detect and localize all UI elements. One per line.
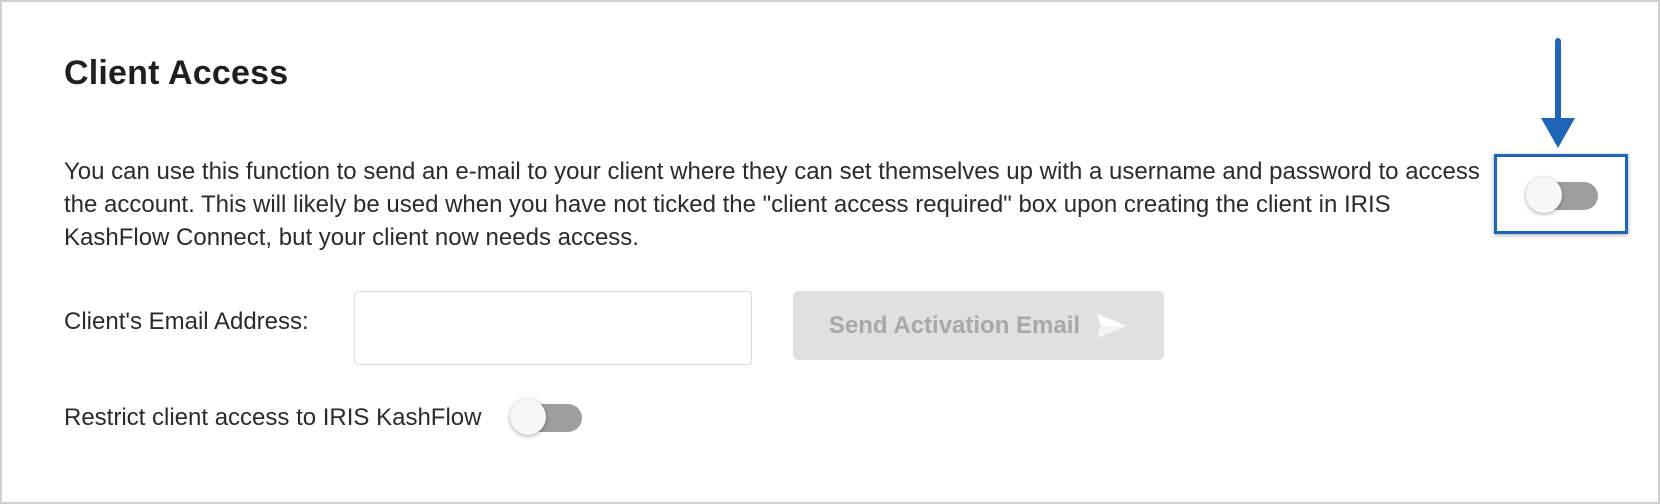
client-access-toggle[interactable] — [1526, 177, 1598, 213]
send-icon — [1097, 313, 1128, 338]
restrict-access-toggle[interactable] — [510, 399, 582, 435]
restrict-access-label: Restrict client access to IRIS KashFlow — [64, 404, 482, 431]
section-title: Client Access — [64, 54, 289, 92]
annotation-arrow-icon — [1541, 38, 1575, 148]
email-label: Client's Email Address: — [64, 308, 309, 335]
send-button-label: Send Activation Email — [828, 311, 1081, 339]
toggle-knob — [510, 399, 546, 435]
section-description: You can use this function to send an e-m… — [64, 158, 1480, 251]
client-access-panel: Client Access You can use this function … — [0, 0, 1660, 504]
client-email-input[interactable] — [354, 291, 752, 365]
toggle-knob — [1526, 177, 1562, 213]
send-activation-email-button[interactable]: Send Activation Email — [793, 291, 1164, 360]
